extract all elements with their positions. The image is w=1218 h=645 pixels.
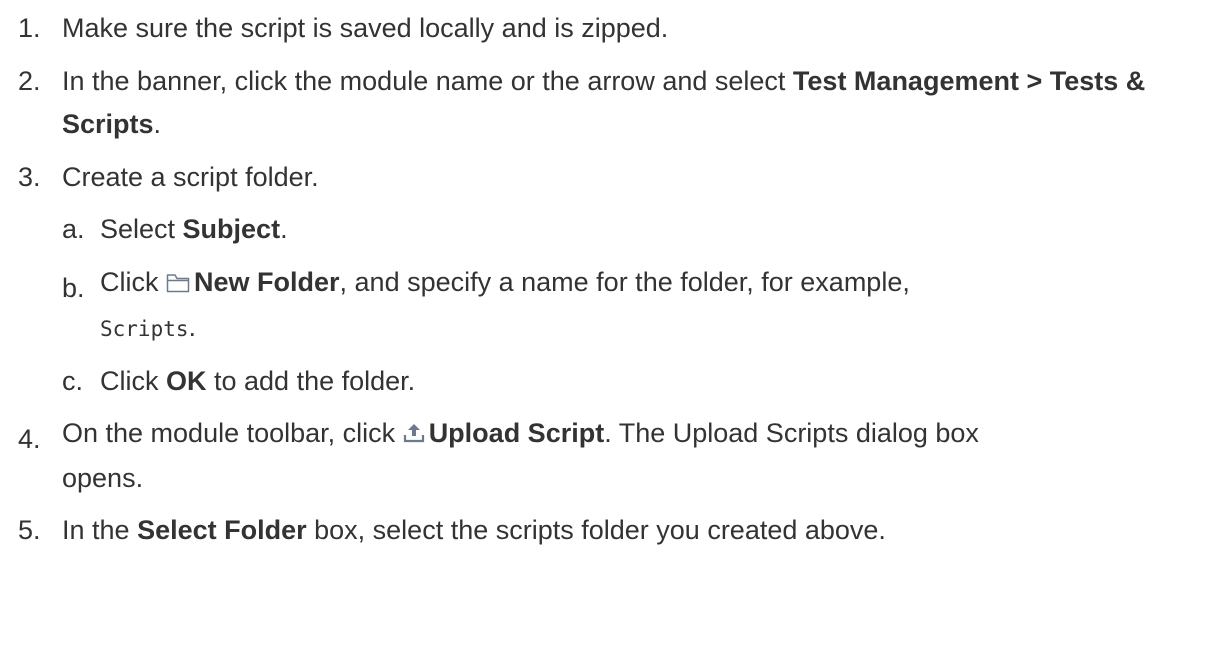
step-number: 4. <box>18 424 41 454</box>
step-4: 4. On the module toolbar, click Upload S… <box>0 412 1218 500</box>
example-line: Scripts. <box>100 306 1218 351</box>
step-1: 1. Make sure the script is saved locally… <box>0 7 1218 50</box>
subject-label: Subject <box>182 214 281 244</box>
substep-text: Select <box>100 214 183 244</box>
upload-script-label: Upload Script <box>428 418 605 448</box>
substep-text-end: . <box>188 312 197 342</box>
step-2: 2. In the banner, click the module name … <box>0 60 1218 146</box>
substep-letter: a. <box>62 214 85 244</box>
step-text: On the module toolbar, click <box>62 418 403 448</box>
step-3: 3. Create a script folder. <box>0 156 1218 199</box>
upload-icon <box>403 414 425 457</box>
substep-letter: b. <box>62 273 85 303</box>
select-folder-label: Select Folder <box>137 515 307 545</box>
step-text-continued: opens. <box>62 463 144 493</box>
step-number: 2. <box>18 66 41 96</box>
step-text: Make sure the script is saved locally an… <box>62 13 669 43</box>
substep-letter: c. <box>62 366 84 396</box>
step-number: 3. <box>18 162 41 192</box>
substep-text: Click <box>100 267 166 297</box>
step-text: In the <box>62 515 138 545</box>
step-text-end: box, select the scripts folder you creat… <box>306 515 886 545</box>
step-text-end: . <box>153 109 162 139</box>
substep-a: a. Select Subject. <box>0 208 1218 251</box>
step-text-mid: . The Upload Scripts dialog box <box>604 418 979 448</box>
substep-text-end: . <box>280 214 288 244</box>
substep-text-mid: , and specify a name for the folder, for… <box>339 267 910 297</box>
substep-text: Click <box>100 366 166 396</box>
step-5: 5. In the Select Folder box, select the … <box>0 509 1218 552</box>
new-folder-label: New Folder <box>194 267 340 297</box>
example-folder-name: Scripts <box>100 317 189 341</box>
substep-b: b. Click New Folder, and specify a name … <box>0 261 1218 351</box>
step-text: Create a script folder. <box>62 162 319 192</box>
step-number: 1. <box>18 13 41 43</box>
step-number: 5. <box>18 515 41 545</box>
substep-c: c. Click OK to add the folder. <box>0 360 1218 403</box>
ok-label: OK <box>166 366 207 396</box>
step-text: In the banner, click the module name or … <box>62 66 793 96</box>
instruction-list: 1. Make sure the script is saved locally… <box>0 0 1218 545</box>
substep-text-end: to add the folder. <box>206 366 416 396</box>
folder-icon <box>166 263 190 306</box>
